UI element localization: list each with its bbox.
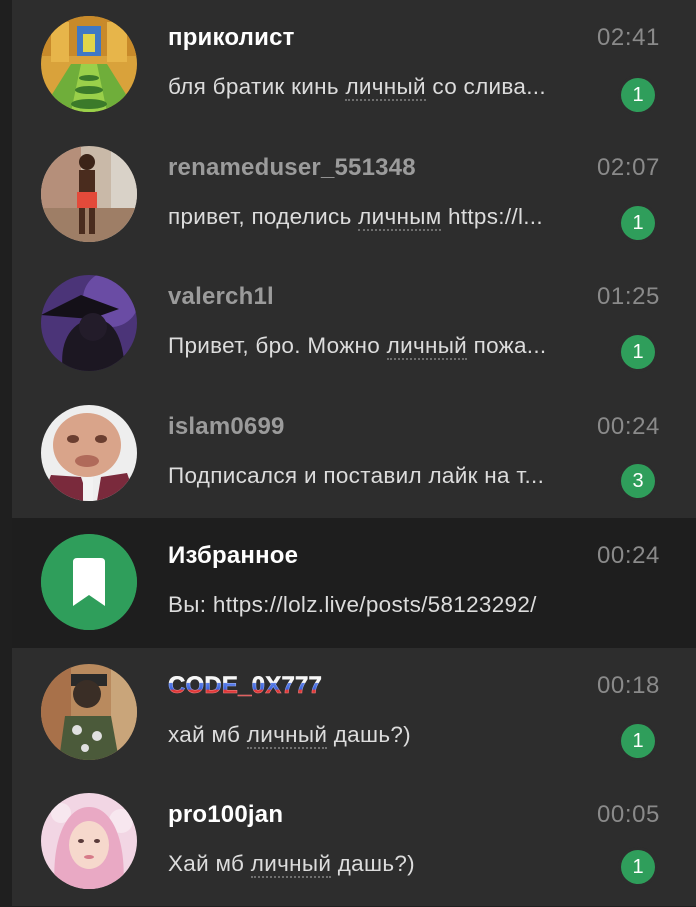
chat-time: 02:41 [596,24,660,51]
chat-time: 02:07 [596,153,660,181]
chat-preview: бля братик кинь личный со слива... [168,74,546,101]
highlight-word: личный [250,851,332,878]
avatar[interactable] [41,145,137,242]
chat-name: pro100jan [168,801,284,828]
chat-time: 00:24 [596,412,660,440]
chat-preview: Привет, бро. Можно личный пожа... [168,333,547,360]
unread-badge: 1 [621,335,655,369]
avatar[interactable] [41,16,137,112]
avatar[interactable] [41,663,137,760]
chat-name: valerch1l [168,283,274,310]
chat-time: 00:18 [596,671,660,699]
unread-badge: 1 [621,205,655,240]
chat-row-code-0x777[interactable]: CODE_0X777 00:18 хай мб личный дашь?) 1 [12,648,696,778]
unread-badge: 3 [621,463,655,498]
chat-name: приколист [168,24,295,51]
highlight-word: личный [246,721,328,749]
chat-row-renameduser[interactable]: renameduser_551348 02:07 привет, поделис… [12,130,696,260]
chat-row-saved-messages[interactable]: Избранное 00:24 Вы: https://lolz.live/po… [12,518,696,648]
chat-name: islam0699 [168,412,285,440]
unread-badge: 1 [621,850,655,884]
avatar[interactable] [41,275,137,371]
unread-badge: 1 [621,723,655,758]
saved-messages-avatar[interactable] [41,534,137,630]
chat-row-islam0699[interactable]: islam0699 00:24 Подписался и поставил ла… [12,389,696,519]
highlight-word: личный [345,74,426,101]
chat-row-valerch1l[interactable]: valerch1l 01:25 Привет, бро. Можно личны… [12,259,696,389]
chat-time: 01:25 [596,283,660,310]
chat-time: 00:05 [596,801,660,828]
unread-badge: 1 [621,78,655,112]
chat-name: CODE_0X777 [168,671,323,699]
highlight-word: личным [358,203,442,231]
chat-name: renameduser_551348 [168,153,416,181]
chat-name: Избранное [168,542,299,569]
chat-preview: Хай мб личный дашь?) [168,851,415,878]
chat-preview: привет, поделись личным https://l... [168,203,543,231]
chat-preview: Подписался и поставил лайк на т... [168,462,545,488]
chat-row-prikolist[interactable]: приколист 02:41 бля братик кинь личный с… [12,0,696,130]
chat-preview: хай мб личный дашь?) [168,721,411,749]
avatar[interactable] [41,404,137,501]
chat-preview: Вы: https://lolz.live/posts/58123292/ [168,592,537,617]
chat-list: приколист 02:41 бля братик кинь личный с… [12,0,696,906]
chat-time: 00:24 [596,542,660,569]
avatar[interactable] [41,793,137,889]
highlight-word: личный [386,333,468,360]
chat-row-pro100jan[interactable]: pro100jan 00:05 Хай мб личный дашь?) 1 [12,777,696,907]
